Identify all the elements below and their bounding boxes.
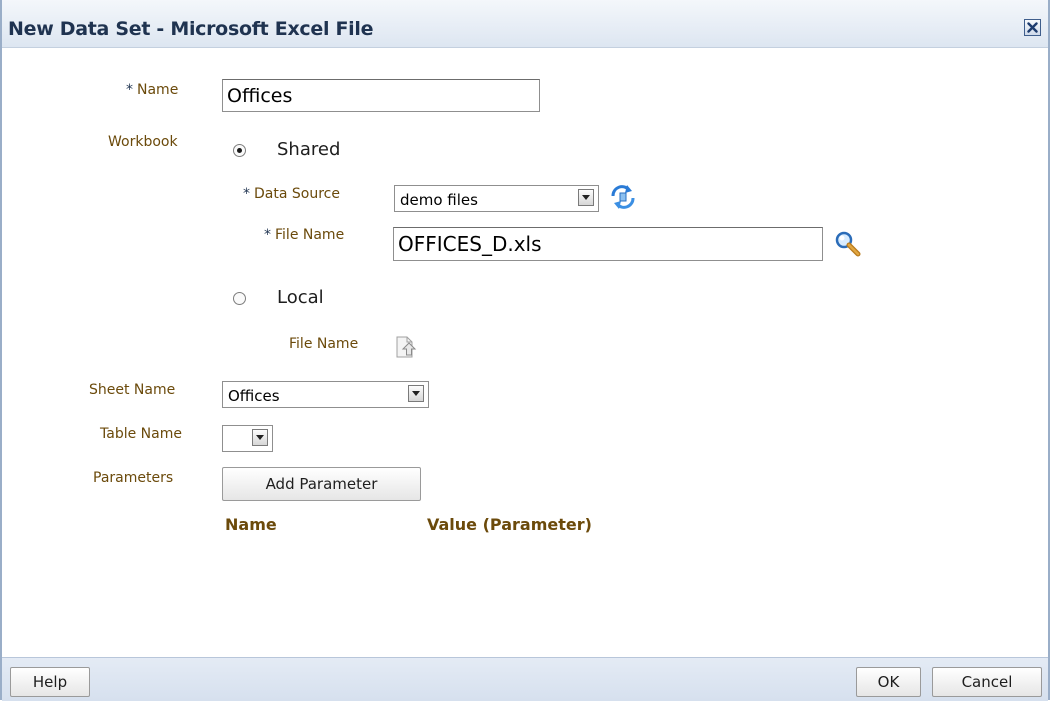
data-source-select[interactable]: demo files <box>394 185 599 212</box>
required-marker: * <box>264 227 271 243</box>
required-marker: * <box>243 186 250 202</box>
upload-file-button[interactable] <box>394 333 418 359</box>
sheet-name-value: Offices <box>228 387 280 405</box>
table-name-dropdown-button[interactable] <box>252 429 268 446</box>
refresh-icon <box>607 185 639 216</box>
table-name-label: Table Name <box>100 426 182 442</box>
ok-button[interactable]: OK <box>856 667 921 697</box>
help-button[interactable]: Help <box>10 667 90 697</box>
dialog-title: New Data Set - Microsoft Excel File <box>8 18 374 40</box>
name-input[interactable] <box>222 79 540 112</box>
upload-icon <box>394 336 418 363</box>
data-source-dropdown-button[interactable] <box>578 189 594 206</box>
required-marker: * <box>126 82 133 98</box>
local-radio[interactable] <box>233 292 246 305</box>
table-name-select[interactable] <box>222 425 273 452</box>
sheet-name-dropdown-button[interactable] <box>408 385 424 402</box>
shared-radio[interactable] <box>233 144 246 157</box>
search-file-button[interactable] <box>834 230 862 258</box>
dialog-footer: Help OK Cancel <box>2 657 1048 701</box>
file-name-label: * File Name <box>264 227 345 243</box>
file-name-input[interactable] <box>393 227 823 261</box>
local-file-name-label: File Name <box>289 336 359 352</box>
name-label: * Name <box>126 82 179 98</box>
data-source-label: * Data Source <box>243 186 340 202</box>
parameters-column-name: Name <box>225 515 277 534</box>
parameters-label: Parameters <box>93 470 174 486</box>
sheet-name-label: Sheet Name <box>89 382 176 398</box>
workbook-label: Workbook <box>108 134 178 150</box>
new-data-set-dialog: New Data Set - Microsoft Excel File * Nam… <box>0 0 1050 701</box>
local-radio-label[interactable]: Local <box>277 287 324 308</box>
shared-radio-label[interactable]: Shared <box>277 139 340 160</box>
data-source-value: demo files <box>400 191 478 209</box>
dialog-titlebar: New Data Set - Microsoft Excel File <box>2 0 1048 48</box>
close-icon <box>1027 18 1038 37</box>
search-icon <box>834 231 862 262</box>
sheet-name-select[interactable]: Offices <box>222 381 429 408</box>
parameters-column-value: Value (Parameter) <box>427 515 592 534</box>
cancel-button[interactable]: Cancel <box>932 667 1042 697</box>
close-button[interactable] <box>1024 19 1041 36</box>
refresh-button[interactable] <box>607 182 639 212</box>
add-parameter-button[interactable]: Add Parameter <box>222 467 421 501</box>
